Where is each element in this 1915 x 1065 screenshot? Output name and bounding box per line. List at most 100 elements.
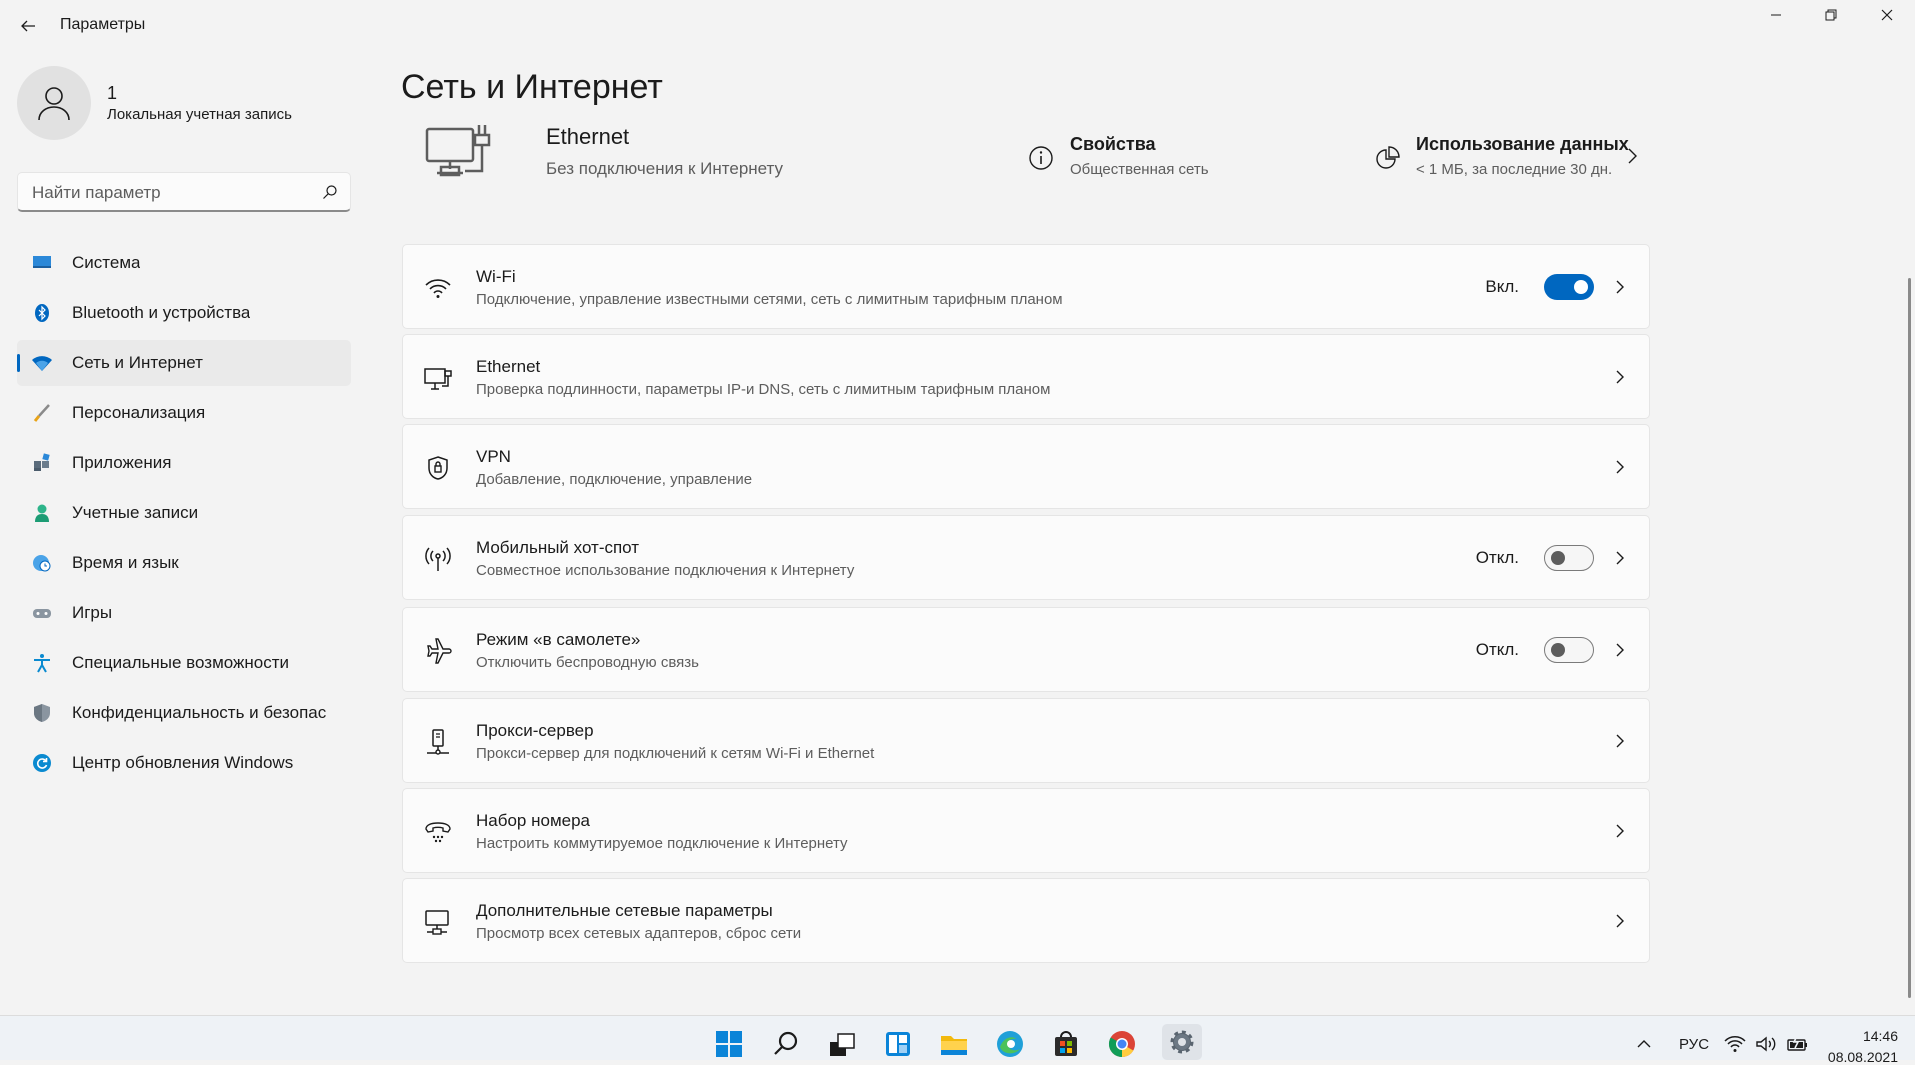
ethernet-status-text: Без подключения к Интернету [546, 159, 784, 178]
proxy-card[interactable]: Прокси-сервер Прокси-сервер для подключе… [402, 698, 1650, 783]
proxy-icon [423, 727, 453, 757]
card-title: Набор номера [476, 811, 590, 830]
widgets-icon[interactable] [882, 1028, 914, 1060]
ethernet-icon [423, 363, 453, 393]
sidebar-item-time-language[interactable]: Время и язык [17, 540, 351, 586]
clock-date[interactable]: 08.08.2021 [1826, 1049, 1898, 1065]
sidebar-item-network[interactable]: Сеть и Интернет [17, 340, 351, 386]
task-view-icon[interactable] [826, 1028, 858, 1060]
search-input[interactable]: Найти параметр [17, 172, 351, 212]
sidebar-item-gaming[interactable]: Игры [17, 590, 351, 636]
person-icon [31, 502, 53, 524]
clock-time[interactable]: 14:46 [1826, 1028, 1898, 1044]
settings-icon[interactable] [1162, 1024, 1202, 1060]
app-title: Параметры [60, 16, 146, 33]
sidebar-item-label: Центр обновления Windows [72, 753, 294, 772]
data-usage-amount: < 1 МБ, за последние 30 дн. [1416, 161, 1613, 178]
chevron-right-icon [1616, 734, 1624, 748]
globe-clock-icon [31, 552, 53, 574]
sidebar-item-personalization[interactable]: Персонализация [17, 390, 351, 436]
mobile-hotspot-card[interactable]: Мобильный хот-спот Совместное использова… [402, 515, 1650, 600]
sidebar-item-label: Учетные записи [72, 503, 199, 522]
accessibility-icon [31, 652, 53, 674]
chevron-right-icon [1616, 370, 1624, 384]
hotspot-toggle[interactable] [1544, 545, 1594, 571]
sidebar-item-privacy[interactable]: Конфиденциальность и безопас [17, 690, 351, 736]
ethernet-status-title: Ethernet [546, 124, 630, 149]
wifi-toggle[interactable] [1544, 274, 1594, 300]
info-icon [1029, 146, 1053, 170]
restore-button[interactable] [1803, 0, 1859, 30]
sidebar-item-label: Персонализация [72, 403, 206, 422]
advanced-network-settings-card[interactable]: Дополнительные сетевые параметры Просмот… [402, 878, 1650, 963]
close-button[interactable] [1859, 0, 1915, 30]
toggle-knob [1551, 551, 1565, 565]
network-profile-type: Общественная сеть [1070, 161, 1209, 178]
data-usage-title[interactable]: Использование данных [1416, 134, 1629, 155]
vpn-shield-icon [423, 453, 453, 483]
sidebar-item-accounts[interactable]: Учетные записи [17, 490, 351, 536]
card-title: Прокси-сервер [476, 721, 594, 740]
card-title: Wi-Fi [476, 267, 516, 286]
sidebar-item-bluetooth[interactable]: Bluetooth и устройства [17, 290, 351, 336]
close-icon [1881, 9, 1893, 21]
card-title: Дополнительные сетевые параметры [476, 901, 773, 920]
monitor-icon [31, 252, 53, 274]
shield-icon [31, 702, 53, 724]
file-explorer-icon[interactable] [938, 1028, 970, 1060]
card-title: Мобильный хот-спот [476, 538, 640, 557]
battery-icon[interactable] [1786, 1028, 1810, 1060]
volume-icon[interactable] [1754, 1028, 1778, 1060]
minimize-button[interactable] [1748, 0, 1804, 30]
sidebar-item-label: Время и язык [72, 553, 179, 572]
edge-icon[interactable] [994, 1028, 1026, 1060]
network-adapter-icon [423, 907, 453, 937]
sidebar-item-apps[interactable]: Приложения [17, 440, 351, 486]
properties-title[interactable]: Свойства [1070, 134, 1156, 155]
chevron-right-icon [1616, 551, 1624, 565]
update-icon [31, 752, 53, 774]
chevron-right-icon [1616, 280, 1624, 294]
input-language[interactable]: РУС [1679, 1036, 1709, 1053]
chevron-right-icon [1616, 460, 1624, 474]
sidebar-item-label: Сеть и Интернет [72, 353, 203, 372]
back-button[interactable] [14, 12, 42, 40]
card-title: Режим «в самолете» [476, 630, 641, 649]
gamepad-icon [31, 602, 53, 624]
scrollbar[interactable] [1908, 278, 1911, 998]
toggle-state-label: Откл. [1475, 640, 1519, 659]
ethernet-card[interactable]: Ethernet Проверка подлинности, параметры… [402, 334, 1650, 419]
vpn-card[interactable]: VPN Добавление, подключение, управление [402, 424, 1650, 509]
card-subtitle: Просмотр всех сетевых адаптеров, сброс с… [476, 925, 802, 942]
wifi-card[interactable]: Wi-Fi Подключение, управление известными… [402, 244, 1650, 329]
toggle-state-label: Вкл. [1485, 277, 1519, 296]
card-subtitle: Прокси-сервер для подключений к сетям Wi… [476, 745, 875, 762]
card-subtitle: Настроить коммутируемое подключение к Ин… [476, 835, 848, 852]
airplane-mode-toggle[interactable] [1544, 637, 1594, 663]
sidebar-item-accessibility[interactable]: Специальные возможности [17, 640, 351, 686]
card-subtitle: Подключение, управление известными сетям… [476, 291, 1063, 308]
taskbar: РУС 14:46 08.08.2021 [0, 1015, 1915, 1065]
apps-icon [31, 452, 53, 474]
search-placeholder: Найти параметр [32, 183, 161, 202]
airplane-mode-card[interactable]: Режим «в самолете» Отключить беспроводну… [402, 607, 1650, 692]
sidebar-item-windows-update[interactable]: Центр обновления Windows [17, 740, 351, 786]
sidebar-item-label: Bluetooth и устройства [72, 303, 251, 322]
sidebar-item-label: Игры [72, 603, 113, 622]
title-bar: Параметры [0, 0, 1915, 50]
chrome-icon[interactable] [1106, 1028, 1138, 1060]
sidebar-item-label: Конфиденциальность и безопас [72, 703, 327, 722]
sidebar-item-system[interactable]: Система [17, 240, 351, 286]
sidebar-item-label: Система [72, 253, 141, 272]
wifi-icon[interactable] [1723, 1028, 1747, 1060]
start-icon[interactable] [713, 1028, 745, 1060]
pie-chart-icon [1376, 146, 1400, 169]
card-title: VPN [476, 447, 511, 466]
search-icon[interactable] [770, 1028, 802, 1060]
chevron-up-icon[interactable] [1632, 1028, 1656, 1060]
store-icon[interactable] [1050, 1028, 1082, 1060]
back-arrow-icon [21, 20, 35, 32]
dial-up-card[interactable]: Набор номера Настроить коммутируемое под… [402, 788, 1650, 873]
restore-icon [1825, 9, 1837, 21]
avatar[interactable] [17, 66, 91, 140]
